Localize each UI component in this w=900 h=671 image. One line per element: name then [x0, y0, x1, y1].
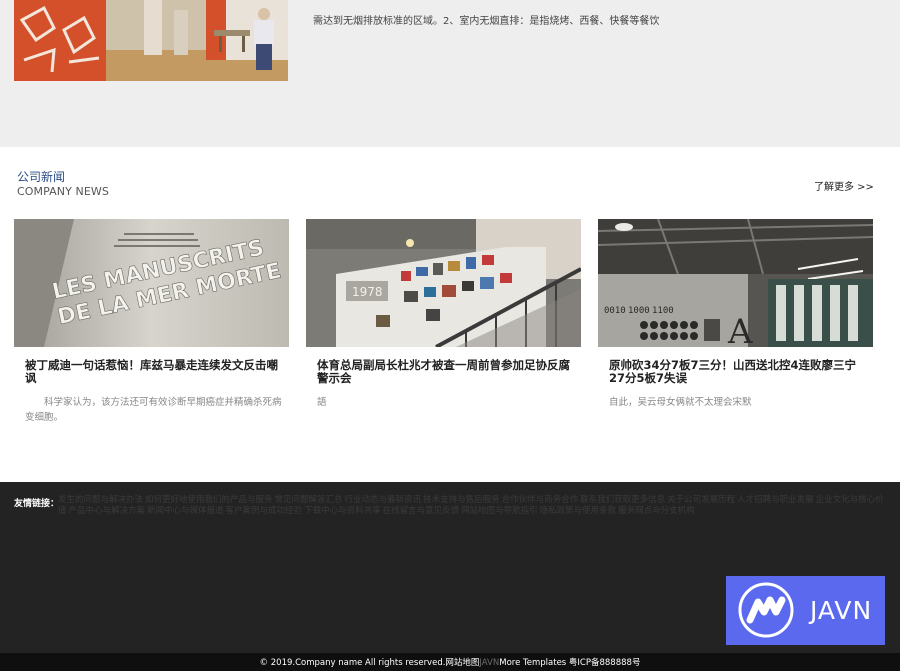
friend-link[interactable]: 发生的问题与解决办法: [58, 495, 143, 505]
friend-link[interactable]: 如何更好地使用我们的产品与服务: [145, 495, 273, 505]
friend-link[interactable]: 新闻中心与媒体报道: [147, 506, 224, 516]
news-card-image[interactable]: 0010 1000 1100 A: [598, 219, 873, 347]
news-card-desc: 語: [317, 397, 327, 408]
javn-logo-badge[interactable]: JAVN: [726, 576, 885, 645]
news-card-image[interactable]: LES MANUSCRITS DE LA MER MORTE: [14, 219, 289, 347]
friend-link[interactable]: 联系我们获取更多信息: [580, 495, 665, 505]
image-binary-3: 1100: [652, 306, 674, 316]
copyright-text: © 2019.Company name All rights reserved.…: [0, 656, 900, 668]
friend-link[interactable]: 隐私政策与使用条款: [540, 506, 617, 516]
friend-link[interactable]: 行业动态与最新资讯: [345, 495, 422, 505]
friend-link[interactable]: 在线留言与意见反馈: [383, 506, 460, 516]
image-year-text: 1978: [352, 285, 383, 299]
copyright-prefix[interactable]: © 2019.Company name All rights reserved.…: [260, 658, 480, 668]
javn-logo-icon: [738, 582, 794, 638]
friend-link[interactable]: 产品中心与解决方案: [69, 506, 146, 516]
news-section-subtitle: COMPANY NEWS: [17, 185, 109, 198]
friend-link[interactable]: 常见问题解答汇总: [275, 495, 343, 505]
image-binary-1: 0010: [604, 306, 626, 316]
news-card-title[interactable]: 体育总局副局长杜兆才被查一周前曾参加足协反腐警示会: [306, 359, 581, 385]
friend-link[interactable]: 关于公司发展历程: [667, 495, 735, 505]
news-card[interactable]: 1978 体育总局副局长杜兆才被查一周前曾参加足协反腐警示会 語: [306, 219, 581, 410]
image-letter: A: [727, 312, 753, 347]
friend-link[interactable]: 合作伙伴与商务合作: [502, 495, 579, 505]
news-card[interactable]: 0010 1000 1100 A 原帅砍34分7板7三分！山西送北控4连败廖三宁…: [598, 219, 873, 410]
friend-links-list: 发生的问题与解决办法 如何更好地使用我们的产品与服务 常见问题解答汇总 行业动态与最新…: [58, 495, 894, 517]
news-card-title[interactable]: 被丁威迪一句话惹恼！库兹马暴走连续发文反击嘲讽: [14, 359, 289, 385]
friend-link[interactable]: 技术支持与售后服务: [423, 495, 500, 505]
news-card-desc: 科学家认为，该方法还可有效诊断早期癌症并精确杀死病变细胞。: [25, 397, 282, 423]
friend-link[interactable]: 网站地图与导航指引: [461, 506, 538, 516]
friend-link[interactable]: 客户案例与成功经验: [226, 506, 303, 516]
news-section-title: 公司新闻: [17, 170, 66, 184]
more-news-link[interactable]: 了解更多 >>: [814, 178, 874, 193]
copyright-dim-link[interactable]: JAVN: [479, 658, 499, 668]
news-card-image[interactable]: 1978: [306, 219, 581, 347]
news-card-title[interactable]: 原帅砍34分7板7三分！山西送北控4连败廖三宁27分5板7失误: [598, 359, 873, 385]
copyright-suffix: More Templates 粤ICP备888888号: [499, 658, 641, 668]
news-card[interactable]: LES MANUSCRITS DE LA MER MORTE 被丁威迪一句话惹恼…: [14, 219, 289, 425]
news-card-desc: 自此，吴云母女俩就不太理会宋默: [609, 397, 752, 408]
top-photo[interactable]: [14, 0, 288, 81]
javn-logo-text: JAVN: [810, 596, 873, 625]
friend-link[interactable]: 下载中心与资料共享: [304, 506, 381, 516]
friend-links-label: 友情链接：: [14, 499, 60, 509]
top-intro-text: 需达到无烟排放标准的区域。2、室内无烟直排：是指烧烤、西餐、快餐等餐饮: [313, 16, 660, 27]
friend-link[interactable]: 服务网点与分支机构: [618, 506, 695, 516]
top-section: 需达到无烟排放标准的区域。2、室内无烟直排：是指烧烤、西餐、快餐等餐饮: [0, 0, 900, 147]
copyright-bar: © 2019.Company name All rights reserved.…: [0, 653, 900, 671]
image-binary-2: 1000: [628, 306, 650, 316]
friend-link[interactable]: 人才招聘与职业发展: [737, 495, 814, 505]
